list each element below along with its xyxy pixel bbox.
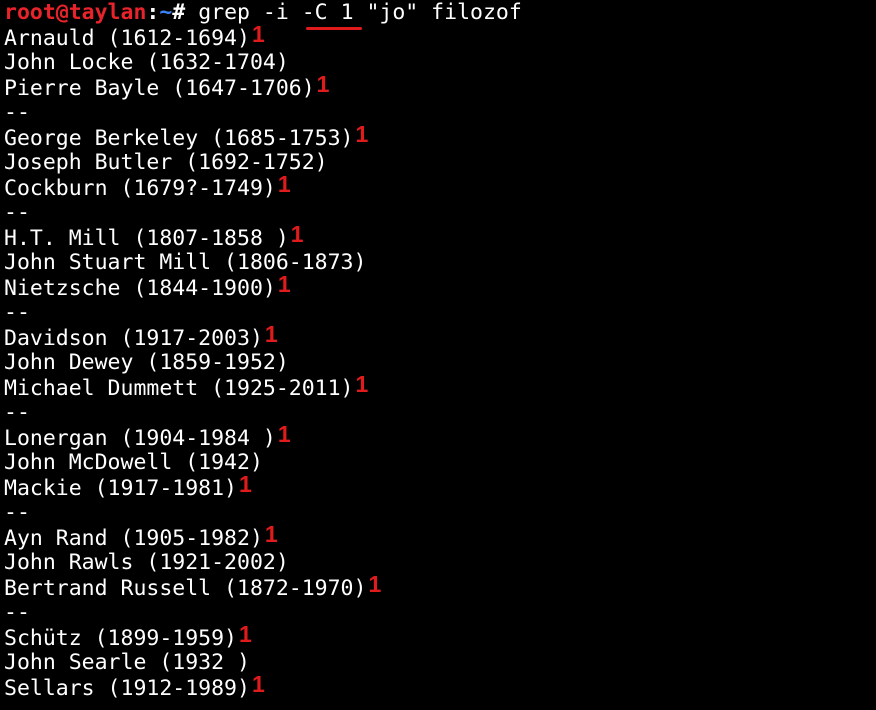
output-line-text: Schütz (1899-1959) xyxy=(4,626,237,651)
output-line-text: -- xyxy=(4,600,30,625)
output-line: Mackie (1917-1981)1 xyxy=(4,472,872,502)
output-line-text: John Locke (1632-1704) xyxy=(4,50,289,75)
prompt-separator: : xyxy=(146,0,160,25)
output-line: Davidson (1917-2003)1 xyxy=(4,322,872,352)
output-line-text: Ayn Rand (1905-1982) xyxy=(4,526,263,551)
output-line-text: Arnauld (1612-1694) xyxy=(4,26,250,51)
match-count-annotation: 1 xyxy=(277,271,291,297)
match-count-annotation: 1 xyxy=(316,71,330,97)
group-separator: -- xyxy=(4,500,872,525)
output-line-text: -- xyxy=(4,200,30,225)
output-line: John Searle (1932 ) xyxy=(4,650,872,675)
match-count-annotation: 1 xyxy=(277,421,291,447)
match-count-annotation: 1 xyxy=(239,621,252,647)
match-count-annotation: 1 xyxy=(264,521,278,547)
group-separator: -- xyxy=(4,300,872,325)
output-line-text: Bertrand Russell (1872-1970) xyxy=(4,576,367,601)
output-line-text: Cockburn (1679?-1749) xyxy=(4,176,276,201)
output-line: Nietzsche (1844-1900)1 xyxy=(4,272,872,302)
match-count-annotation: 1 xyxy=(355,371,369,397)
output-line: Pierre Bayle (1647-1706)1 xyxy=(4,72,872,102)
output-line: Cockburn (1679?-1749)1 xyxy=(4,172,872,202)
output-line-text: H.T. Mill (1807-1858 ) xyxy=(4,226,289,251)
output-line: Joseph Butler (1692-1752) xyxy=(4,150,872,175)
output-line-text: Mackie (1917-1981) xyxy=(4,476,237,501)
output-line: Lonergan (1904-1984 )1 xyxy=(4,422,872,452)
match-count-annotation: 1 xyxy=(264,321,278,347)
output-line-text: John Rawls (1921-2002) xyxy=(4,550,289,575)
output-line: George Berkeley (1685-1753)1 xyxy=(4,122,872,152)
output-line-text: Michael Dummett (1925-2011) xyxy=(4,376,354,401)
prompt-symbol: # xyxy=(172,0,199,25)
output-line: Sellars (1912-1989)1 xyxy=(4,672,872,702)
output-line: John Dewey (1859-1952) xyxy=(4,350,872,375)
match-count-annotation: 1 xyxy=(355,121,369,147)
output-line-text: John McDowell (1942) xyxy=(4,450,263,475)
match-count-annotation: 1 xyxy=(277,171,291,197)
group-separator: -- xyxy=(4,400,872,425)
group-separator: -- xyxy=(4,200,872,225)
output-line-text: John Searle (1932 ) xyxy=(4,650,250,675)
output-line: Schütz (1899-1959)1 xyxy=(4,622,872,652)
output-line-text: -- xyxy=(4,500,30,525)
prompt-path: ~ xyxy=(159,0,173,25)
output-line-text: -- xyxy=(4,100,30,125)
prompt-user-host: root@taylan xyxy=(4,0,147,25)
command-line: root@taylan:~# grep -i -C 1 "jo" filozof xyxy=(4,0,872,25)
output-line: John Stuart Mill (1806-1873) xyxy=(4,250,872,275)
match-count-annotation: 1 xyxy=(290,221,304,247)
match-count-annotation: 1 xyxy=(251,671,265,697)
output-line-text: Lonergan (1904-1984 ) xyxy=(4,426,276,451)
output-line: John Rawls (1921-2002) xyxy=(4,550,872,575)
output-line-text: John Stuart Mill (1806-1873) xyxy=(4,250,367,275)
command-text: grep -i -C 1 "jo" filozof xyxy=(198,0,522,25)
output-line-text: -- xyxy=(4,300,30,325)
group-separator: -- xyxy=(4,100,872,125)
output-line-text: Nietzsche (1844-1900) xyxy=(4,276,276,301)
output-line: John McDowell (1942) xyxy=(4,450,872,475)
output-line-text: George Berkeley (1685-1753) xyxy=(4,126,354,151)
grep-output: Arnauld (1612-1694)1 John Locke (1632-170… xyxy=(4,22,872,702)
match-count-annotation: 1 xyxy=(239,471,252,497)
output-line: Arnauld (1612-1694)1 xyxy=(4,22,872,52)
output-line-text: -- xyxy=(4,400,30,425)
output-line-text: Sellars (1912-1989) xyxy=(4,676,250,701)
group-separator: -- xyxy=(4,600,872,625)
output-line: H.T. Mill (1807-1858 )1 xyxy=(4,222,872,252)
match-count-annotation: 1 xyxy=(368,571,382,597)
match-count-annotation: 1 xyxy=(251,21,265,47)
output-line: Bertrand Russell (1872-1970)1 xyxy=(4,572,872,602)
output-line-text: Pierre Bayle (1647-1706) xyxy=(4,76,315,101)
output-line: Ayn Rand (1905-1982)1 xyxy=(4,522,872,552)
output-line-text: John Dewey (1859-1952) xyxy=(4,350,289,375)
output-line: John Locke (1632-1704) xyxy=(4,50,872,75)
output-line: Michael Dummett (1925-2011)1 xyxy=(4,372,872,402)
terminal-window[interactable]: root@taylan:~# grep -i -C 1 "jo" filozof… xyxy=(4,0,872,710)
output-line-text: Davidson (1917-2003) xyxy=(4,326,263,351)
